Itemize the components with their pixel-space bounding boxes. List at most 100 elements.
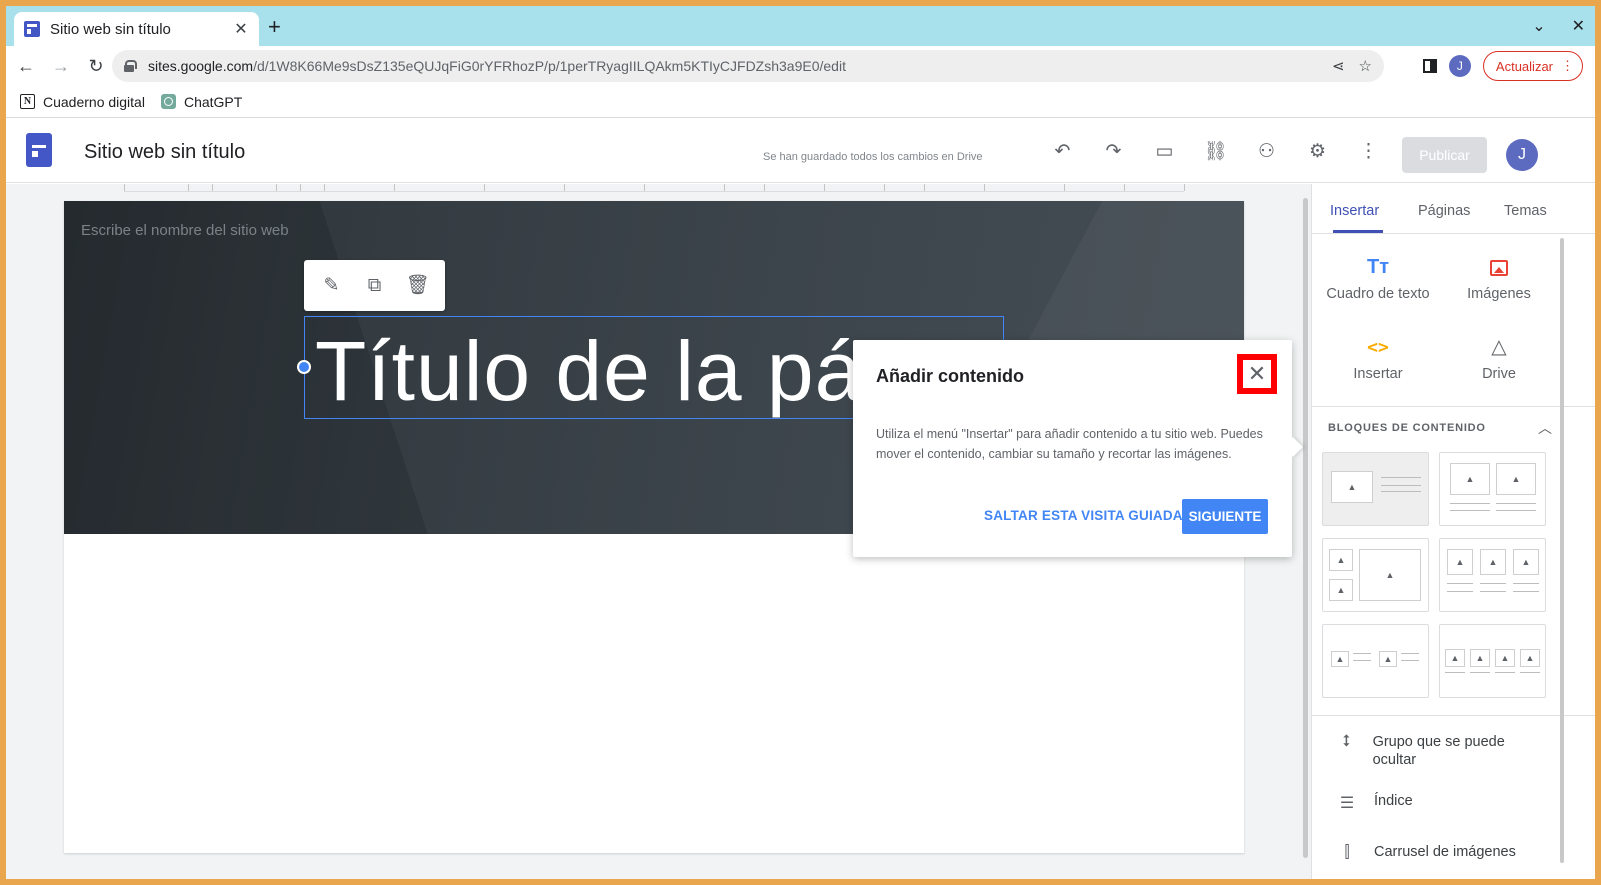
- new-tab-button[interactable]: +: [268, 16, 281, 38]
- chevron-up-icon[interactable]: ︿: [1538, 418, 1552, 438]
- forward-arrow-icon[interactable]: →: [46, 51, 76, 81]
- text-box-icon: Tт: [1366, 256, 1389, 278]
- ruler-tick: [884, 184, 885, 191]
- insert-collapsible-group[interactable]: ⭥ Grupo que se puede ocultar: [1338, 733, 1538, 769]
- insert-drive[interactable]: △ Drive: [1439, 332, 1559, 382]
- bookmarks-bar: N Cuaderno digital ChatGPT: [6, 86, 1595, 118]
- back-arrow-icon[interactable]: ←: [11, 51, 41, 81]
- content-block-collage[interactable]: ▲ ▲ ▲: [1322, 538, 1429, 612]
- google-sites-favicon-icon: [24, 21, 40, 37]
- ruler-tick: [276, 184, 277, 191]
- canvas-scrollbar[interactable]: [1303, 198, 1308, 858]
- panel-scrollbar[interactable]: [1560, 238, 1564, 863]
- update-label: Actualizar: [1495, 58, 1553, 74]
- insert-text-box[interactable]: Tт Cuadro de texto: [1318, 252, 1438, 302]
- close-tab-icon[interactable]: ✕: [233, 19, 249, 39]
- insert-image-carousel[interactable]: ⫿ Carrusel de imágenes: [1338, 844, 1515, 862]
- url-text[interactable]: sites.google.com/d/1W8K66Me9sDsZ135eQUJq…: [148, 58, 1318, 74]
- block-image-icon: ▲: [1329, 549, 1353, 571]
- bookmark-star-icon[interactable]: ☆: [1359, 57, 1372, 75]
- settings-gear-icon[interactable]: ⚙: [1307, 141, 1328, 162]
- duplicate-icon[interactable]: ⧉: [363, 276, 387, 295]
- update-button[interactable]: Actualizar ⋮: [1482, 51, 1583, 81]
- insert-embed[interactable]: <> Insertar: [1318, 332, 1438, 382]
- bookmark-chatgpt[interactable]: ChatGPT: [160, 93, 243, 110]
- block-line: [1381, 485, 1421, 486]
- close-icon[interactable]: ✕: [1243, 360, 1271, 388]
- lock-icon[interactable]: [124, 60, 137, 72]
- preview-devices-icon[interactable]: ▭: [1154, 141, 1175, 162]
- notion-icon: N: [20, 94, 35, 109]
- share-icon[interactable]: ⋖: [1332, 57, 1345, 75]
- ruler-tick: [124, 184, 125, 191]
- browser-tab[interactable]: Sitio web sin título ✕: [14, 12, 259, 46]
- ruler-tick: [300, 184, 301, 191]
- reload-icon[interactable]: ↻: [81, 51, 111, 81]
- block-line: [1480, 591, 1506, 592]
- block-image-icon: ▲: [1496, 463, 1536, 495]
- block-image-icon: ▲: [1480, 549, 1506, 575]
- more-options-icon[interactable]: ⋮: [1358, 141, 1379, 162]
- skip-tour-button[interactable]: SALTAR ESTA VISITA GUIADA: [984, 508, 1183, 523]
- save-status: Se han guardado todos los cambios en Dri…: [763, 151, 983, 163]
- ruler-tick: [924, 184, 925, 191]
- redo-icon[interactable]: ↷: [1103, 141, 1124, 162]
- popup-close-highlight[interactable]: ✕: [1237, 354, 1277, 394]
- block-line: [1447, 591, 1473, 592]
- panel-tabs: Insertar Páginas Temas: [1312, 184, 1595, 234]
- ruler-tick: [1124, 184, 1125, 191]
- insert-item-label: Drive: [1482, 366, 1516, 382]
- insert-table-of-contents[interactable]: ☰ Índice: [1338, 793, 1413, 813]
- browser-window: Sitio web sin título ✕ + ⌄ ✕ ← → ↻ sites…: [6, 6, 1595, 879]
- content-block-two-image-text[interactable]: ▲ ▲: [1322, 624, 1429, 698]
- side-panel-icon[interactable]: [1422, 59, 1437, 73]
- extra-item-label: Índice: [1374, 793, 1413, 809]
- share-with-others-icon[interactable]: ⚇: [1256, 141, 1277, 162]
- resize-handle[interactable]: [297, 360, 311, 374]
- content-block-three-images[interactable]: ▲ ▲ ▲: [1439, 538, 1546, 612]
- site-title[interactable]: Sitio web sin título: [84, 141, 245, 164]
- ruler-tick: [724, 184, 725, 191]
- edit-pencil-icon[interactable]: ✎: [320, 276, 344, 295]
- bookmark-label: ChatGPT: [183, 93, 243, 110]
- next-button[interactable]: SIGUIENTE: [1182, 499, 1268, 534]
- page-title[interactable]: Título de la pág: [315, 323, 910, 420]
- block-image-icon: ▲: [1520, 649, 1540, 667]
- browser-profile-avatar[interactable]: J: [1448, 55, 1471, 77]
- address-bar[interactable]: sites.google.com/d/1W8K66Me9sDsZ135eQUJq…: [112, 50, 1384, 82]
- copy-link-icon[interactable]: ⛓: [1203, 141, 1227, 162]
- popup-title: Añadir contenido: [876, 366, 1024, 386]
- block-line: [1450, 503, 1490, 504]
- publish-button[interactable]: Publicar: [1402, 137, 1487, 173]
- tab-temas[interactable]: Temas: [1504, 203, 1547, 219]
- tab-paginas[interactable]: Páginas: [1418, 203, 1470, 219]
- google-sites-logo-icon[interactable]: [26, 133, 52, 167]
- block-image-icon: ▲: [1331, 651, 1349, 667]
- account-avatar[interactable]: J: [1506, 139, 1538, 171]
- image-carousel-icon: ⫿: [1344, 844, 1350, 861]
- content-block-image-text[interactable]: ▲: [1322, 452, 1429, 526]
- content-block-four-images[interactable]: ▲ ▲ ▲ ▲: [1439, 624, 1546, 698]
- tab-insertar[interactable]: Insertar: [1330, 203, 1379, 219]
- block-line: [1445, 672, 1465, 673]
- table-of-contents-icon: ☰: [1339, 795, 1355, 812]
- drive-icon: △: [1491, 336, 1507, 358]
- block-line: [1480, 583, 1506, 584]
- insert-images[interactable]: Imágenes: [1439, 252, 1559, 302]
- content-block-two-images[interactable]: ▲ ▲: [1439, 452, 1546, 526]
- block-line: [1381, 477, 1421, 478]
- tab-search-chevron-icon[interactable]: ⌄: [1532, 16, 1545, 36]
- extra-item-label: Grupo que se puede ocultar: [1372, 734, 1505, 768]
- ruler: [124, 184, 1185, 192]
- block-line: [1470, 672, 1490, 673]
- insert-item-label: Insertar: [1353, 366, 1403, 382]
- block-line: [1496, 510, 1536, 511]
- ruler-tick: [824, 184, 825, 191]
- delete-trash-icon[interactable]: 🗑: [406, 276, 430, 295]
- block-line: [1381, 491, 1421, 492]
- undo-icon[interactable]: ↶: [1052, 141, 1073, 162]
- site-name-placeholder[interactable]: Escribe el nombre del sitio web: [81, 222, 289, 239]
- block-image-icon: ▲: [1329, 579, 1353, 601]
- bookmark-cuaderno-digital[interactable]: N Cuaderno digital: [20, 94, 145, 110]
- close-window-icon[interactable]: ✕: [1572, 16, 1585, 36]
